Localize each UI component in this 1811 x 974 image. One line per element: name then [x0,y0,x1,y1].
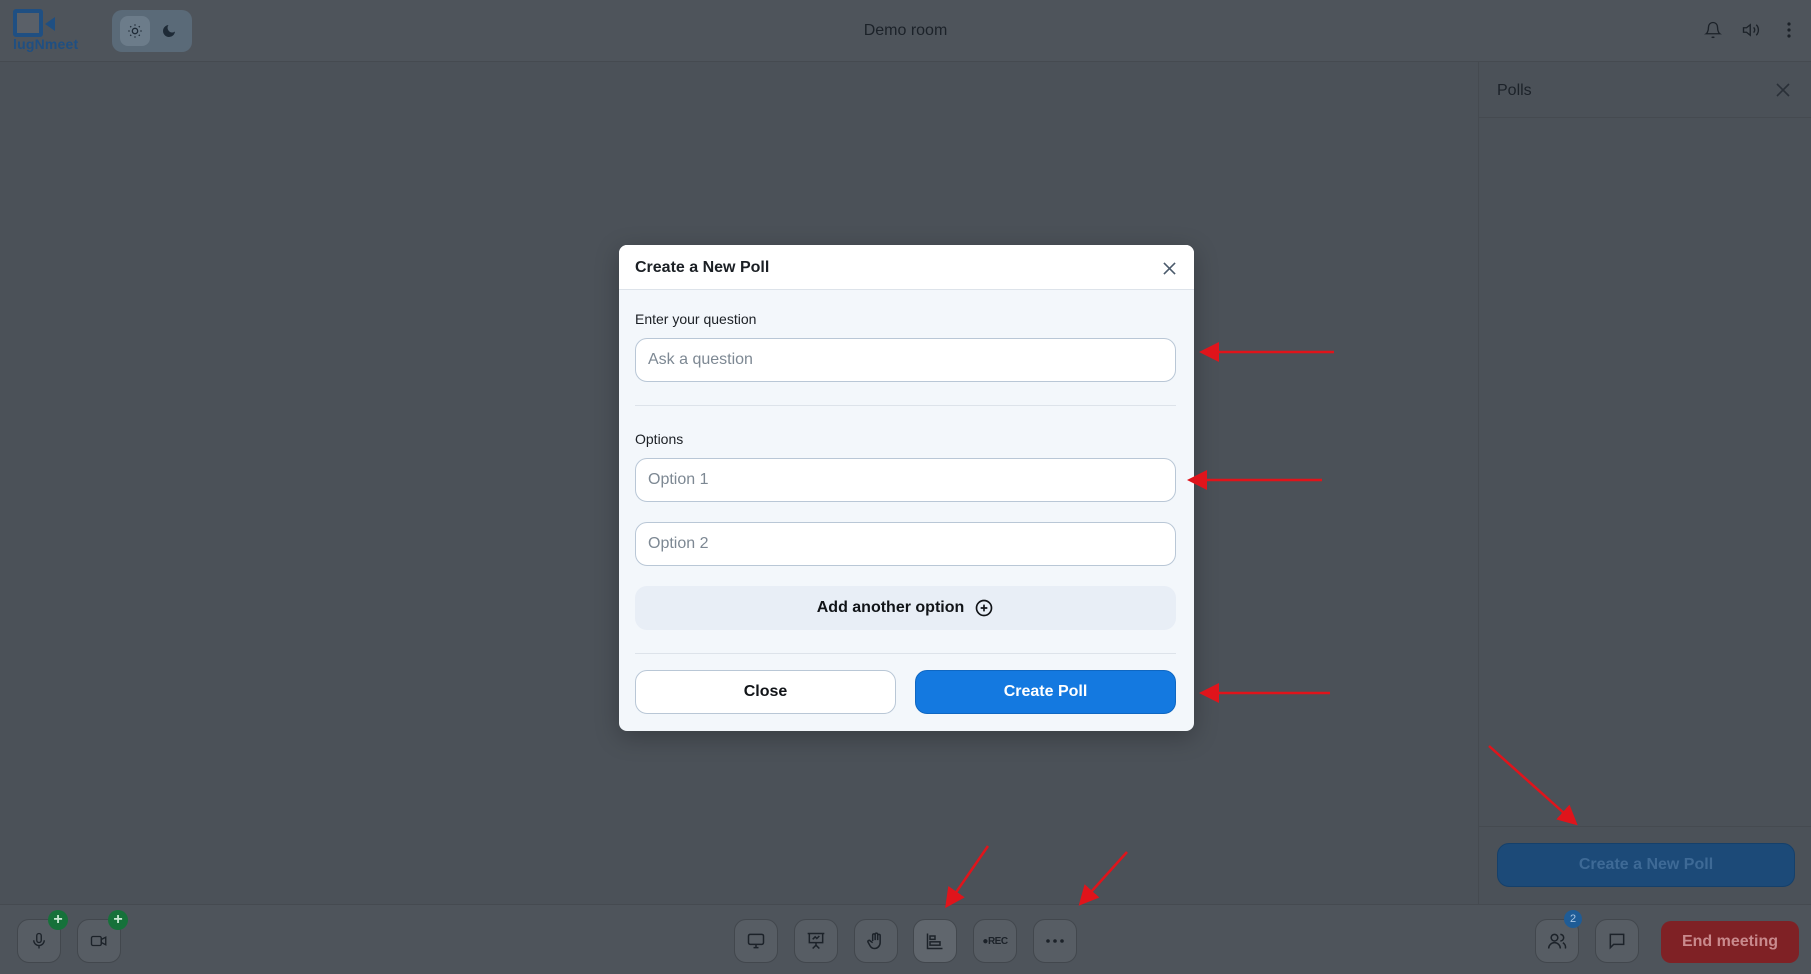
chat-button[interactable] [1595,919,1639,963]
modal-header: Create a New Poll [619,245,1194,290]
sun-icon [128,24,142,38]
rec-label: ●REC [982,935,1008,947]
bell-icon [1704,21,1722,39]
polls-panel-header: Polls [1479,62,1811,118]
notifications-button[interactable] [1701,16,1725,44]
close-button[interactable]: Close [635,670,896,714]
poll-chart-icon [926,933,943,950]
logo-mark-icon [13,9,43,37]
close-icon [1776,83,1790,97]
polls-title: Polls [1497,82,1532,99]
participants-button[interactable]: 2 [1535,910,1582,963]
arrow-to-polls-button [945,845,990,909]
option-1-input[interactable] [635,458,1176,502]
logo-text: lugNmeet [13,36,79,52]
volume-button[interactable] [1739,16,1763,44]
bottom-toolbar: + + ●REC 2 End meeting [0,904,1811,974]
add-webcam-badge[interactable]: + [108,910,128,930]
question-divider [635,405,1176,406]
more-menu-button[interactable] [1777,16,1801,44]
presentation-icon [807,932,825,950]
question-input[interactable] [635,338,1176,382]
recording-button[interactable]: ●REC [973,919,1017,963]
plus-circle-icon [975,599,993,617]
more-vertical-icon [1787,22,1791,38]
share-screen-button[interactable] [734,919,778,963]
add-microphone-badge[interactable]: + [48,910,68,930]
light-theme-button[interactable] [120,16,150,46]
close-icon [1162,261,1176,275]
plugnmeet-logo: lugNmeet [10,6,96,56]
top-header: lugNmeet Demo room [0,0,1811,62]
more-horizontal-icon [1046,939,1064,943]
polls-close-button[interactable] [1771,78,1795,102]
polls-button[interactable] [913,919,957,963]
chat-icon [1609,933,1625,950]
end-meeting-button[interactable]: End meeting [1661,921,1799,963]
microphone-icon [33,932,45,949]
webcam-button[interactable]: + [77,910,128,963]
add-option-button[interactable]: Add another option [635,586,1176,630]
raise-hand-button[interactable] [854,919,898,963]
question-label: Enter your question [635,311,757,327]
whiteboard-button[interactable] [794,919,838,963]
header-actions [1701,16,1801,44]
more-options-button[interactable] [1033,919,1077,963]
video-camera-icon [90,935,107,947]
participants-count-badge: 2 [1564,910,1582,928]
room-title: Demo room [863,22,948,39]
theme-toggle [112,10,192,52]
create-poll-modal: Create a New Poll Enter your question Op… [619,245,1194,731]
polls-panel-footer: Create a New Poll [1479,826,1811,904]
monitor-icon [747,933,765,949]
option-2-input[interactable] [635,522,1176,566]
polls-panel: Polls Create a New Poll [1478,62,1811,904]
speaker-icon [1742,23,1760,37]
hand-icon [867,932,881,950]
dark-theme-button[interactable] [154,16,184,46]
moon-icon [163,25,175,37]
arrow-to-more-button [1078,851,1128,906]
modal-title: Create a New Poll [635,259,770,276]
modal-close-button[interactable] [1158,257,1180,279]
options-divider [635,653,1176,654]
microphone-button[interactable]: + [17,910,68,963]
options-label: Options [635,431,684,447]
add-option-label: Add another option [816,599,965,616]
users-icon [1547,933,1567,949]
create-poll-button[interactable]: Create Poll [915,670,1176,714]
create-new-poll-button[interactable]: Create a New Poll [1497,843,1795,887]
